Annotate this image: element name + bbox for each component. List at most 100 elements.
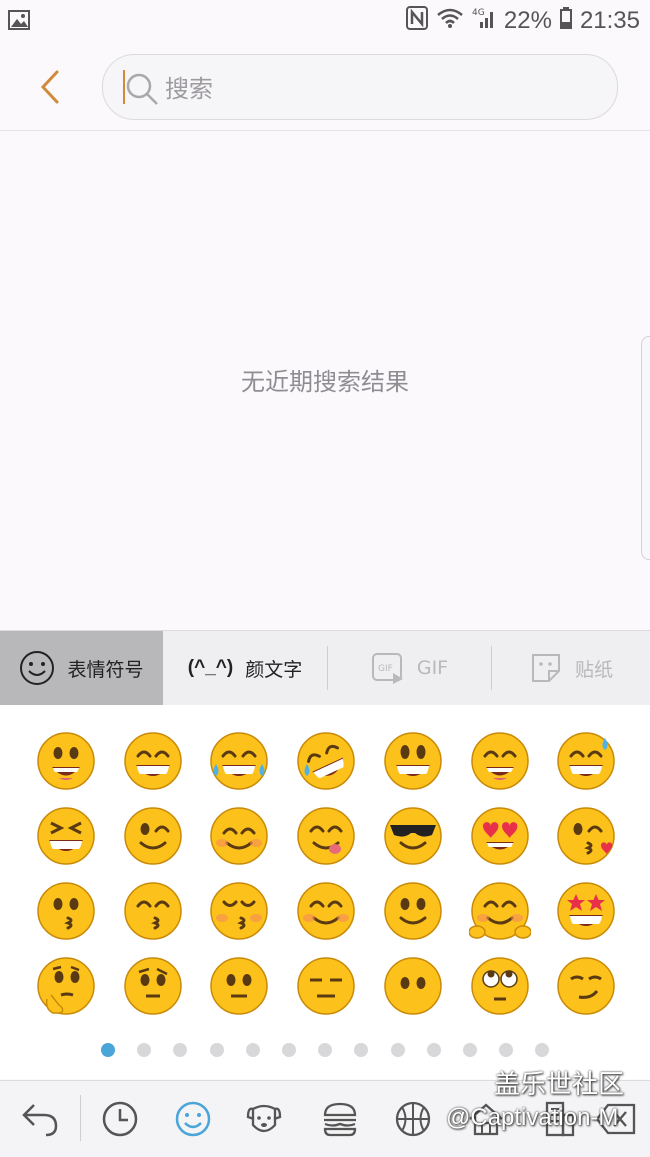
edge-panel-handle[interactable] — [641, 336, 650, 560]
watermark-site: 盖乐世社区 — [494, 1070, 625, 1100]
page-dot[interactable] — [101, 1043, 115, 1057]
emoji-kissing-closed-eyes[interactable] — [208, 880, 270, 942]
recent-clock-icon — [102, 1101, 138, 1137]
sticker-icon — [531, 654, 560, 682]
emoji-smiling-relaxed[interactable] — [295, 880, 357, 942]
page-dot[interactable] — [318, 1043, 333, 1057]
emoji-smirking-icon — [557, 957, 615, 1015]
battery-percent: 22% — [503, 7, 552, 34]
tab-gif[interactable]: GIF GIF — [328, 631, 491, 705]
emoji-tears-of-joy[interactable] — [208, 730, 270, 792]
emoji-squinting-laugh[interactable] — [35, 805, 97, 867]
emoji-type-tabs: 表情符号 (^_^) 颜文字 GIF GIF 贴纸 — [0, 630, 650, 705]
gallery-notification-icon — [8, 10, 30, 34]
search-field[interactable]: 搜索 — [102, 54, 618, 120]
emoji-blowing-kiss-icon — [557, 807, 615, 865]
emoji-thinking-icon — [37, 957, 95, 1015]
back-button[interactable] — [30, 64, 70, 110]
emoji-grinning-big-eyes[interactable] — [382, 730, 444, 792]
category-sports[interactable] — [389, 1095, 437, 1143]
status-bar: 4G 22% 21:35 — [0, 0, 650, 44]
page-dot[interactable] — [535, 1043, 550, 1057]
emoji-sunglasses[interactable] — [382, 805, 444, 867]
page-dot[interactable] — [390, 1043, 405, 1057]
page-dot[interactable] — [282, 1043, 296, 1057]
emoji-neutral-icon — [210, 957, 268, 1015]
svg-text:GIF: GIF — [378, 664, 393, 674]
emoji-no-mouth[interactable] — [382, 955, 444, 1017]
emoji-no-mouth-icon — [384, 957, 442, 1015]
emoji-savoring-food[interactable] — [295, 805, 357, 867]
search-header: 搜索 — [0, 44, 650, 131]
emoji-sunglasses-icon — [384, 807, 442, 865]
tab-emoji[interactable]: 表情符号 — [0, 631, 163, 705]
category-recent[interactable] — [96, 1095, 144, 1143]
page-dot[interactable] — [173, 1043, 188, 1057]
page-dot[interactable] — [499, 1043, 514, 1057]
emoji-beaming[interactable] — [122, 730, 184, 792]
category-divider — [80, 1095, 81, 1141]
emoji-grinning[interactable] — [35, 730, 97, 792]
emoji-rolling-eyes[interactable] — [469, 955, 531, 1017]
emoji-rolling-laughing-icon — [297, 732, 355, 790]
emoji-expressionless-icon — [297, 957, 355, 1015]
emoji-kissing[interactable] — [35, 880, 97, 942]
emoji-kissing-icon — [37, 882, 95, 940]
emoji-smiling-blush[interactable] — [208, 805, 270, 867]
emoji-smiling-relaxed-icon — [297, 882, 355, 940]
emoji-winking[interactable] — [122, 805, 184, 867]
page-dot[interactable] — [209, 1043, 224, 1057]
search-input[interactable]: 搜索 — [165, 69, 213, 104]
clock: 21:35 — [579, 7, 640, 34]
emoji-grinning-smiling-eyes-icon — [471, 732, 529, 790]
emoji-expressionless[interactable] — [295, 955, 357, 1017]
emoji-raised-eyebrow[interactable] — [122, 955, 184, 1017]
gif-icon: GIF — [371, 653, 403, 684]
tab-emoji-label: 表情符号 — [67, 658, 144, 681]
emoji-hugging[interactable] — [468, 880, 532, 942]
smiley-outline-icon — [20, 651, 55, 685]
category-food[interactable] — [316, 1095, 364, 1143]
category-smileys[interactable] — [169, 1095, 217, 1143]
emoji-rolling-laughing[interactable] — [295, 730, 357, 792]
tab-gif-label: GIF — [416, 657, 449, 679]
page-dot[interactable] — [137, 1043, 152, 1057]
emoji-heart-eyes-icon — [471, 807, 529, 865]
tab-kaomoji[interactable]: (^_^) 颜文字 — [163, 631, 327, 705]
emoji-panel — [0, 705, 650, 1079]
emoji-blowing-kiss[interactable] — [555, 805, 617, 867]
undo-button[interactable] — [16, 1095, 64, 1143]
page-dot[interactable] — [245, 1043, 260, 1057]
emoji-heart-eyes[interactable] — [469, 805, 531, 867]
emoji-tears-of-joy-icon — [210, 732, 268, 790]
emoji-grinning-icon — [37, 732, 95, 790]
emoji-thinking[interactable] — [35, 955, 97, 1017]
page-dot[interactable] — [463, 1043, 477, 1057]
kaomoji-symbol: (^_^) — [187, 657, 234, 678]
food-burger-icon — [323, 1102, 357, 1137]
tab-stickers[interactable]: 贴纸 — [492, 631, 650, 705]
emoji-neutral[interactable] — [208, 955, 270, 1017]
emoji-rolling-eyes-icon — [471, 957, 529, 1015]
emoji-slightly-smiling-icon — [384, 882, 442, 940]
signal-icon: 4G — [472, 6, 496, 36]
emoji-grinning-smiling-eyes[interactable] — [469, 730, 531, 792]
tab-kaomoji-label: 颜文字 — [245, 658, 303, 681]
emoji-kissing-smiling-eyes[interactable] — [122, 880, 184, 942]
page-indicator — [0, 1042, 650, 1062]
tab-stickers-label: 贴纸 — [574, 658, 613, 681]
emoji-kissing-closed-eyes-icon — [210, 882, 268, 940]
page-dot[interactable] — [354, 1043, 369, 1057]
emoji-slightly-smiling[interactable] — [382, 880, 444, 942]
emoji-raised-eyebrow-icon — [124, 957, 182, 1015]
battery-icon — [559, 7, 572, 35]
emoji-sweat-smile[interactable] — [555, 730, 617, 792]
page-dot[interactable] — [426, 1043, 441, 1057]
emoji-savoring-food-icon — [297, 807, 355, 865]
emoji-hugging-icon — [468, 882, 532, 940]
animal-dog-icon — [246, 1104, 282, 1133]
emoji-star-struck-icon — [557, 882, 615, 940]
emoji-smirking[interactable] — [555, 955, 617, 1017]
emoji-star-struck[interactable] — [555, 880, 617, 942]
category-animals[interactable] — [240, 1095, 288, 1143]
